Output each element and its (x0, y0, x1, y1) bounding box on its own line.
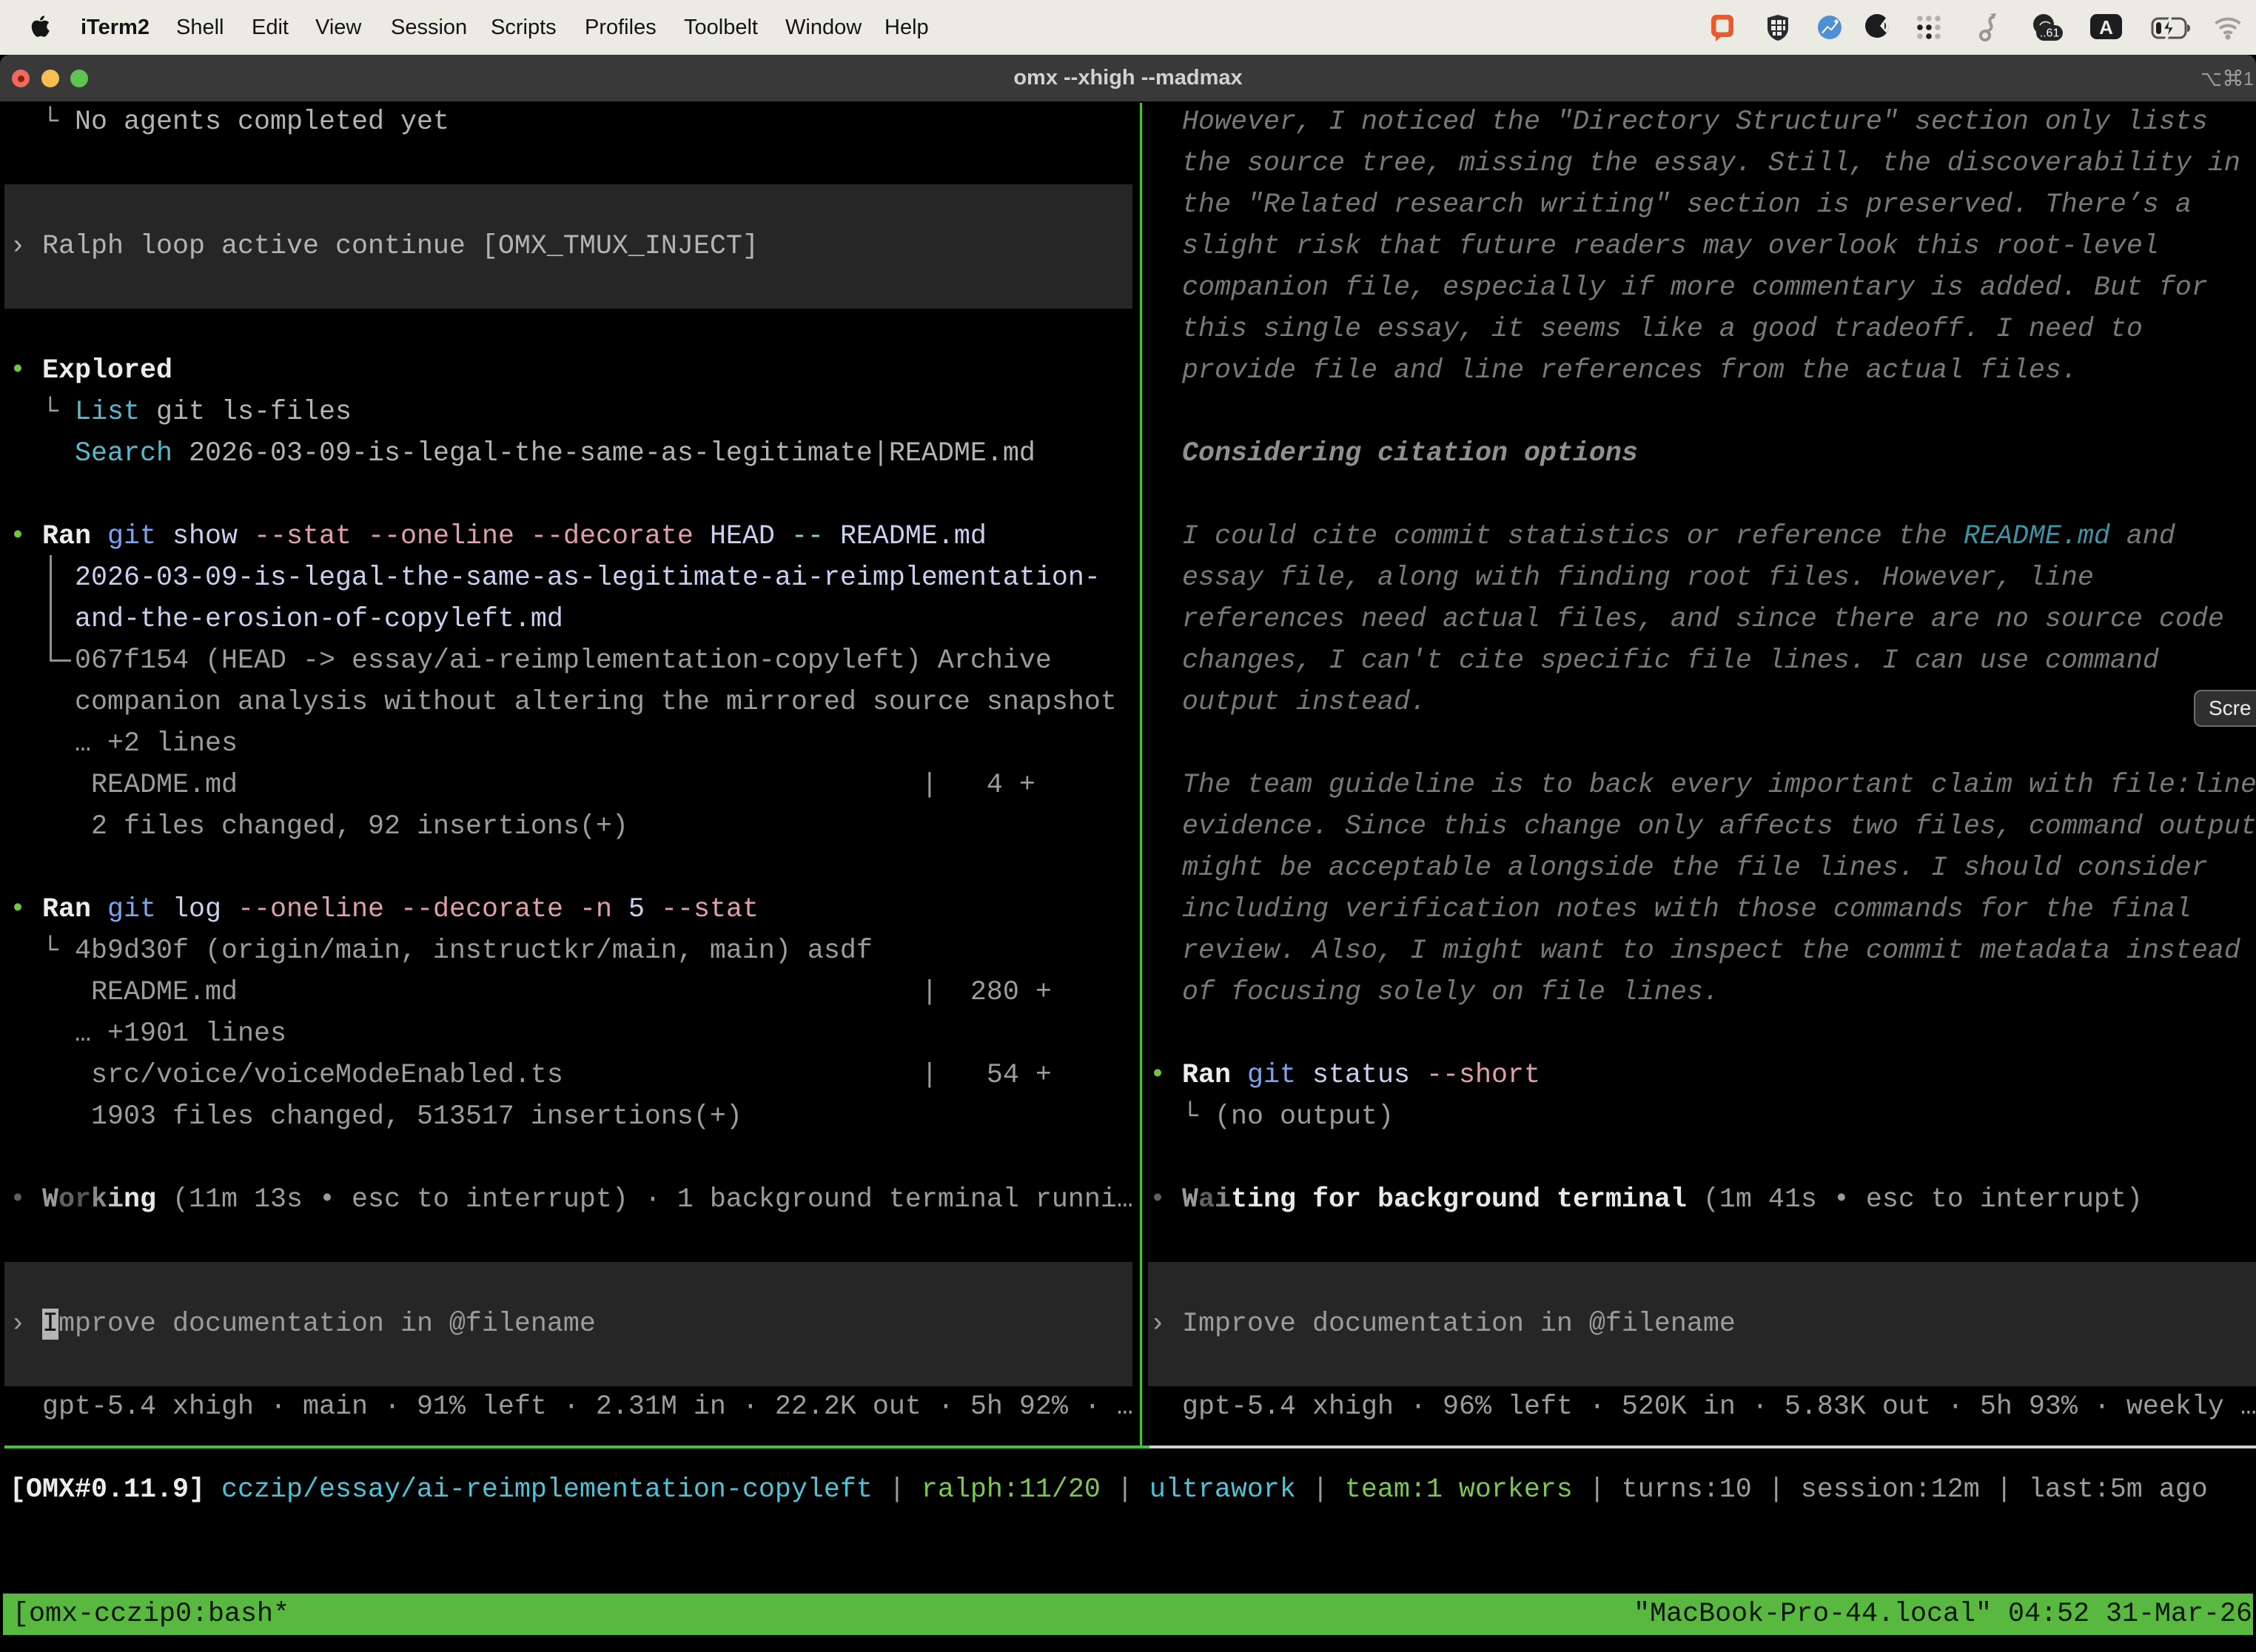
svg-text:1: 1 (2243, 69, 2254, 90)
svg-text:A: A (2099, 16, 2113, 38)
svg-text:..61: ..61 (2040, 27, 2060, 40)
